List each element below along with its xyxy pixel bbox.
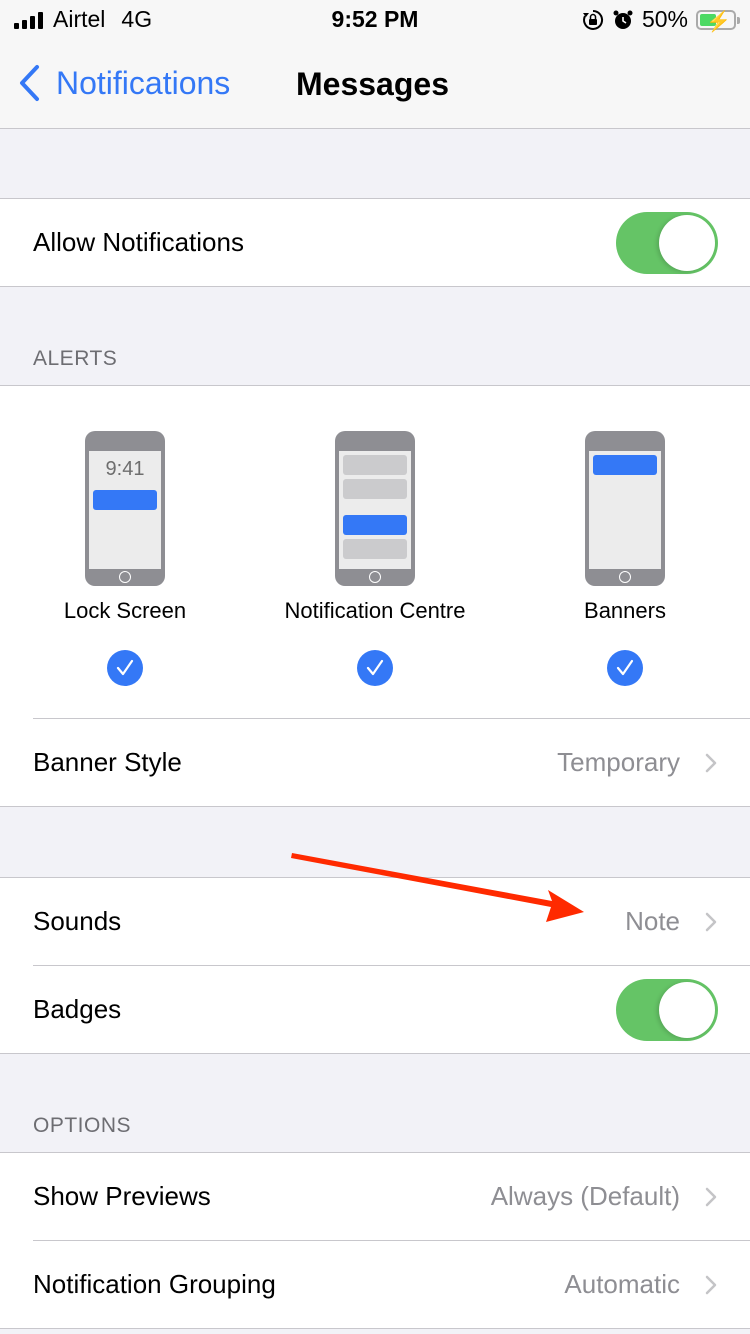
page-title: Messages [296,66,449,102]
preview-time: 9:41 [105,458,145,480]
show-previews-row[interactable]: Show Previews Always (Default) [0,1153,750,1240]
badges-label: Badges [33,994,122,1024]
sounds-badges-section: Sounds Note Badges [0,877,750,1054]
notification-grouping-value: Automatic [564,1269,680,1299]
status-bar: Airtel 4G 9:52 PM 50% ⚡ [0,0,750,42]
sounds-label: Sounds [33,906,122,936]
options-section: Show Previews Always (Default) Notificat… [0,1152,750,1329]
options-header: OPTIONS [33,1114,132,1137]
banners-preview-icon [585,431,665,586]
alert-option-notification-centre[interactable]: Notification Centre [250,431,500,686]
badges-row: Badges [0,966,750,1053]
notification-grouping-row[interactable]: Notification Grouping Automatic [0,1241,750,1328]
lock-screen-preview-icon: 9:41 [85,431,165,586]
sounds-value: Note [625,906,680,936]
alerts-header: ALERTS [33,347,118,370]
alert-option-banners[interactable]: Banners [500,431,750,686]
checkmark-icon[interactable] [357,650,393,686]
allow-notifications-section: Allow Notifications [0,198,750,287]
battery-percent: 50% [641,6,688,32]
show-previews-label: Show Previews [33,1181,211,1211]
back-button[interactable]: Notifications [18,64,230,102]
alerts-section: 9:41 Lock Screen Notification Centre Ban… [0,385,750,807]
banner-style-label: Banner Style [33,747,182,777]
show-previews-value: Always (Default) [490,1181,680,1211]
notification-centre-preview-icon [335,431,415,586]
chevron-right-icon [705,912,717,931]
banner-style-row[interactable]: Banner Style Temporary [0,719,750,806]
navigation-bar: Notifications Messages [0,42,750,129]
badges-toggle[interactable] [616,978,718,1041]
alert-option-label: Lock Screen [63,598,187,623]
orientation-lock-icon [582,9,603,30]
checkmark-icon[interactable] [607,650,643,686]
notification-grouping-label: Notification Grouping [33,1269,276,1299]
alarm-icon [613,10,633,29]
back-label: Notifications [56,64,231,101]
allow-notifications-label: Allow Notifications [33,227,244,257]
alert-option-label: Banners [584,598,666,623]
sounds-row[interactable]: Sounds Note [0,878,750,965]
alert-option-lock-screen[interactable]: 9:41 Lock Screen [0,431,250,686]
chevron-left-icon [20,65,39,101]
battery-charging-icon: ⚡ [696,9,740,33]
chevron-right-icon [705,1275,717,1294]
alert-option-label: Notification Centre [284,598,466,623]
allow-notifications-toggle[interactable] [616,211,718,274]
chevron-right-icon [705,753,717,772]
checkmark-icon[interactable] [107,650,143,686]
chevron-right-icon [705,1187,717,1206]
banner-style-value: Temporary [557,747,680,777]
allow-notifications-row: Allow Notifications [0,199,750,286]
